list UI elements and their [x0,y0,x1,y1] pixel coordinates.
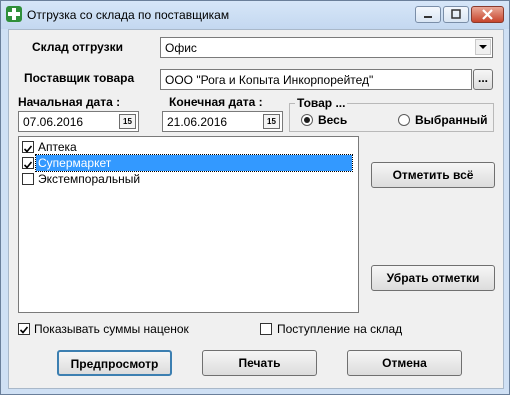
minimize-icon [424,16,432,18]
calendar-icon[interactable]: 15 [263,114,280,129]
maximize-button[interactable] [443,6,469,23]
chevron-down-icon [479,45,487,49]
minimize-button[interactable] [415,6,441,23]
checkmark-icon [23,161,33,169]
supplier-value: ООО "Рога и Копыта Инкорпорейтед" [165,73,374,87]
close-button[interactable] [471,6,504,23]
calendar-icon[interactable]: 15 [119,114,136,129]
start-date-label: Начальная дата : [18,95,121,109]
warehouse-receipt-checkbox[interactable] [260,323,272,335]
dialog-body: Склад отгрузки Офис Поставщик товара ООО… [8,29,504,389]
cancel-button[interactable]: Отмена [347,350,462,376]
warehouse-value: Офис [165,41,197,55]
maximize-icon [451,9,461,19]
supplier-field[interactable]: ООО "Рога и Копыта Инкорпорейтед" [160,69,472,90]
list-item-checkbox[interactable] [22,157,34,169]
list-item[interactable]: Аптека [20,139,358,155]
supplier-browse-button[interactable]: ... [473,69,493,90]
end-date-label: Конечная дата : [169,95,263,109]
print-button[interactable]: Печать [202,350,317,376]
app-cross-icon [6,6,22,22]
title-bar[interactable]: Отгрузка со склада по поставщикам [1,1,509,29]
show-markup-label[interactable]: Показывать суммы наценок [34,322,189,336]
list-item-checkbox[interactable] [22,173,34,185]
start-date-value: 07.06.2016 [23,115,84,129]
list-item[interactable]: Экстемпоральный [20,171,358,187]
warehouse-receipt-label[interactable]: Поступление на склад [277,322,402,336]
end-date-value: 21.06.2016 [167,115,228,129]
goods-selected-radio[interactable] [398,114,410,126]
close-icon [482,9,493,20]
window-title: Отгрузка со склада по поставщикам [27,8,230,22]
end-date-field[interactable]: 21.06.2016 15 [162,111,283,132]
category-list[interactable]: Аптека Супермаркет Экстемпоральный [18,136,359,313]
goods-all-label[interactable]: Весь [318,113,347,127]
preview-button[interactable]: Предпросмотр [57,350,172,376]
goods-group-legend: Товар ... [295,96,348,110]
list-item-label: Аптека [38,140,77,154]
warehouse-label: Склад отгрузки [32,40,124,54]
checkmark-icon [19,326,29,334]
supplier-label: Поставщик товара [24,71,135,85]
show-markup-checkbox[interactable] [18,323,30,335]
warehouse-select[interactable]: Офис [160,37,493,58]
checkmark-icon [23,145,33,153]
goods-all-radio[interactable] [301,114,313,126]
list-item-label: Экстемпоральный [38,172,141,186]
list-item-label: Супермаркет [35,154,353,172]
start-date-field[interactable]: 07.06.2016 15 [18,111,139,132]
dialog-window: Отгрузка со склада по поставщикам Склад … [0,0,510,395]
uncheck-all-button[interactable]: Убрать отметки [371,265,495,291]
list-item-checkbox[interactable] [22,141,34,153]
dropdown-button[interactable] [475,39,491,55]
goods-selected-label[interactable]: Выбранный [415,113,487,127]
list-item[interactable]: Супермаркет [20,154,358,172]
check-all-button[interactable]: Отметить всё [371,162,495,188]
